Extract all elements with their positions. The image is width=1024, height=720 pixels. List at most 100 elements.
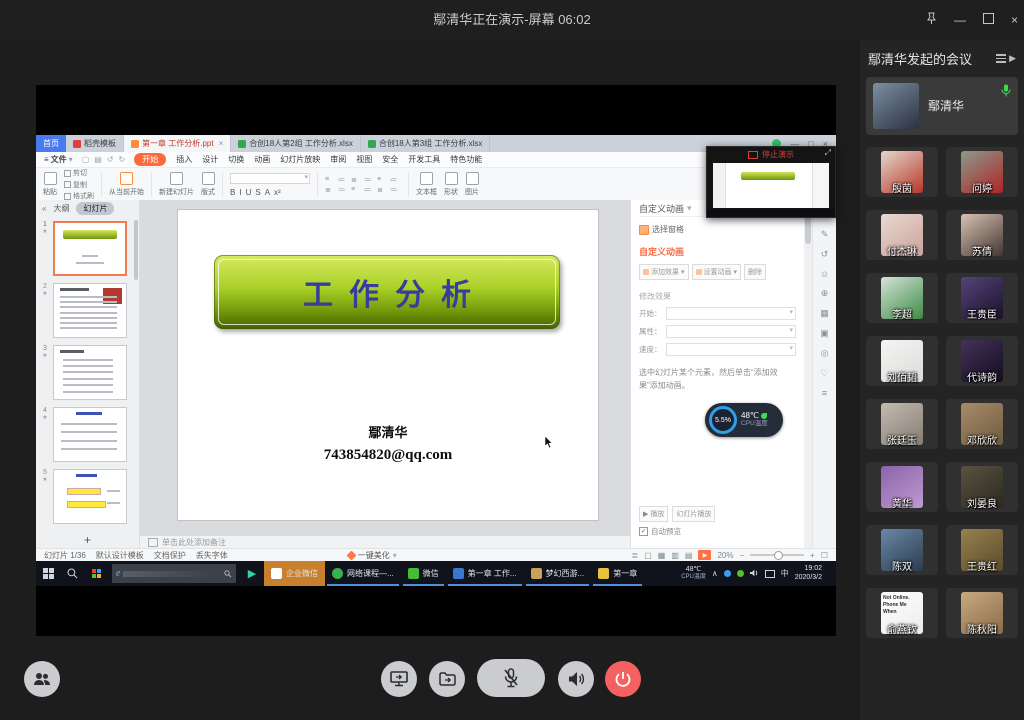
add-effect-button[interactable]: 添加效果▾ [639, 264, 689, 280]
minimize-button[interactable]: — [954, 13, 966, 27]
host-tile[interactable]: 鄢清华 [866, 77, 1018, 135]
format-button[interactable]: I [239, 188, 241, 197]
panel-collapse-icon[interactable]: « [42, 204, 46, 213]
maximize-button[interactable] [983, 13, 994, 27]
ime-indicator[interactable]: 中 [781, 568, 789, 579]
field-dropdown[interactable] [666, 343, 797, 356]
missing-font-label[interactable]: 丢失字体 [196, 550, 228, 561]
slide-thumbnail[interactable] [53, 407, 127, 462]
paragraph-button[interactable]: ≡ [325, 176, 336, 184]
ribbon-button[interactable]: 从当前开始 [109, 172, 144, 197]
document-tab[interactable]: 合创18人第3组 工作分析.xlsx [361, 135, 491, 152]
history-icon[interactable]: ↺ [821, 249, 829, 260]
field-dropdown[interactable] [666, 307, 797, 320]
select-pane-button[interactable]: 选择窗格 [639, 224, 796, 235]
pane-scrollbar[interactable] [804, 200, 812, 548]
ribbon-mini-button[interactable]: 复制 [64, 180, 94, 190]
paragraph-button[interactable]: ≣ [325, 186, 336, 194]
participant-tile[interactable]: 刘晏良 [946, 462, 1018, 512]
current-slide[interactable]: 工作分析 鄢清华 743854820@qq.com [178, 210, 598, 520]
plus-icon[interactable]: ⊕ [821, 288, 829, 299]
slide-thumbnail[interactable] [53, 469, 127, 524]
video-app-icon[interactable]: ▶ [240, 561, 264, 586]
beautify-button[interactable]: 一键美化▾ [348, 550, 397, 561]
emoji-icon[interactable]: ☺ [820, 269, 829, 279]
collapse-sidebar-icon[interactable]: ▶ [1009, 53, 1016, 64]
participant-tile[interactable]: 陈秋阳 [946, 588, 1018, 638]
browser-search-box[interactable]: e [112, 564, 236, 583]
start-button[interactable] [36, 561, 60, 586]
tab-slides[interactable]: 幻灯片 [76, 202, 114, 215]
participant-tile[interactable]: 王贵红 [946, 525, 1018, 575]
network-icon[interactable] [765, 570, 775, 578]
menu-item[interactable]: 审阅 [330, 154, 346, 165]
notes-bar[interactable]: 单击此处添加备注 [140, 535, 630, 548]
participant-tile[interactable]: 黄华 [866, 462, 938, 512]
zoom-slider[interactable] [750, 554, 804, 556]
menu-item[interactable]: 动画 [254, 154, 270, 165]
paragraph-button[interactable]: ≕ [338, 186, 349, 194]
view-read-icon[interactable]: ▥ [671, 551, 679, 560]
play-button[interactable]: ▶播放 [639, 506, 668, 522]
view-slide-icon[interactable]: ▢ [644, 551, 652, 560]
tray-expand-icon[interactable]: ∧ [712, 569, 718, 578]
set-animation-button[interactable]: 设置动画▾ [692, 264, 742, 280]
presenting-preview-window[interactable]: 停止演示 ⤢ [706, 146, 836, 218]
participant-tile[interactable]: 刘佰韬 [866, 336, 938, 386]
menu-item[interactable]: 安全 [382, 154, 398, 165]
menu-item[interactable]: 开发工具 [408, 154, 440, 165]
document-tab[interactable]: 第一章 工作分析.ppt× [124, 135, 231, 152]
slide-thumbnail[interactable] [53, 345, 127, 400]
speaker-button[interactable] [558, 661, 594, 697]
paragraph-button[interactable]: ≔ [338, 176, 349, 184]
taskbar-app-folder[interactable]: 第一章 [591, 561, 644, 586]
doc-protect-label[interactable]: 文档保护 [154, 550, 186, 561]
participant-tile[interactable]: 陈双 [866, 525, 938, 575]
field-dropdown[interactable] [666, 325, 797, 338]
participant-tile[interactable]: 代诗韵 [946, 336, 1018, 386]
fit-screen-icon[interactable]: ☐ [821, 551, 828, 560]
ribbon-button[interactable]: 文本框 [416, 172, 437, 197]
slide-thumbnail[interactable] [53, 283, 127, 338]
menu-item[interactable]: 插入 [176, 154, 192, 165]
cpu-monitor-widget[interactable]: 5.5% 48℃ CPU温度 [705, 403, 783, 437]
ribbon-button[interactable]: 粘贴 [43, 172, 57, 197]
document-tab[interactable]: 合创18人第2组 工作分析.xlsx [231, 135, 361, 152]
view-sorter-icon[interactable]: ▦ [658, 551, 666, 560]
taskbar-app-wxwork[interactable]: 企业微信 [264, 561, 325, 586]
participant-tile[interactable]: 张廷玉 [866, 399, 938, 449]
grid-icon[interactable]: ▦ [820, 308, 829, 319]
participant-tile[interactable]: Not Online. Phone Me When俞燕钦 [866, 588, 938, 638]
participant-tile[interactable]: 殷茵 [866, 147, 938, 197]
menu-item[interactable]: 幻灯片放映 [280, 154, 320, 165]
tab-close-icon[interactable]: × [219, 139, 224, 148]
paragraph-button[interactable]: ≕ [390, 186, 401, 194]
paragraph-button[interactable]: ≣ [377, 186, 388, 194]
tab-outline[interactable]: 大纲 [53, 203, 69, 214]
paragraph-button[interactable]: ≡ [351, 186, 362, 194]
pane-menu-caret[interactable]: ▾ [687, 203, 692, 214]
tray-app-icon-blue[interactable] [724, 570, 731, 577]
participant-tile[interactable]: 付杰琳 [866, 210, 938, 260]
taskbar-app-course[interactable]: 网络课程—... [325, 561, 401, 586]
ribbon-mini-button[interactable]: 剪切 [64, 168, 94, 178]
menu-item[interactable]: 特色功能 [450, 154, 482, 165]
document-tab[interactable]: 稻壳模板 [66, 135, 124, 152]
menu-item[interactable]: 设计 [202, 154, 218, 165]
favorite-icon[interactable]: ♡ [820, 368, 828, 379]
ribbon-button[interactable]: 图片 [465, 172, 479, 197]
slideshow-play-button[interactable]: 幻灯片播放 [672, 506, 715, 522]
document-tab[interactable]: 首页 [36, 135, 66, 152]
participant-tile[interactable]: 邓欣欣 [946, 399, 1018, 449]
add-slide-button[interactable]: + [36, 533, 139, 547]
participant-tile[interactable]: 李超 [866, 273, 938, 323]
format-button[interactable]: x² [274, 188, 281, 197]
close-button[interactable]: × [1011, 13, 1018, 27]
share-file-button[interactable] [429, 661, 465, 697]
expand-icon[interactable]: ⤢ [825, 148, 831, 158]
layout-list-icon[interactable] [996, 54, 1006, 63]
paragraph-button[interactable]: ≔ [390, 176, 401, 184]
view-notes-icon[interactable]: ▤ [685, 551, 693, 560]
format-button[interactable]: A [265, 188, 270, 197]
font-family-select[interactable] [230, 173, 310, 184]
